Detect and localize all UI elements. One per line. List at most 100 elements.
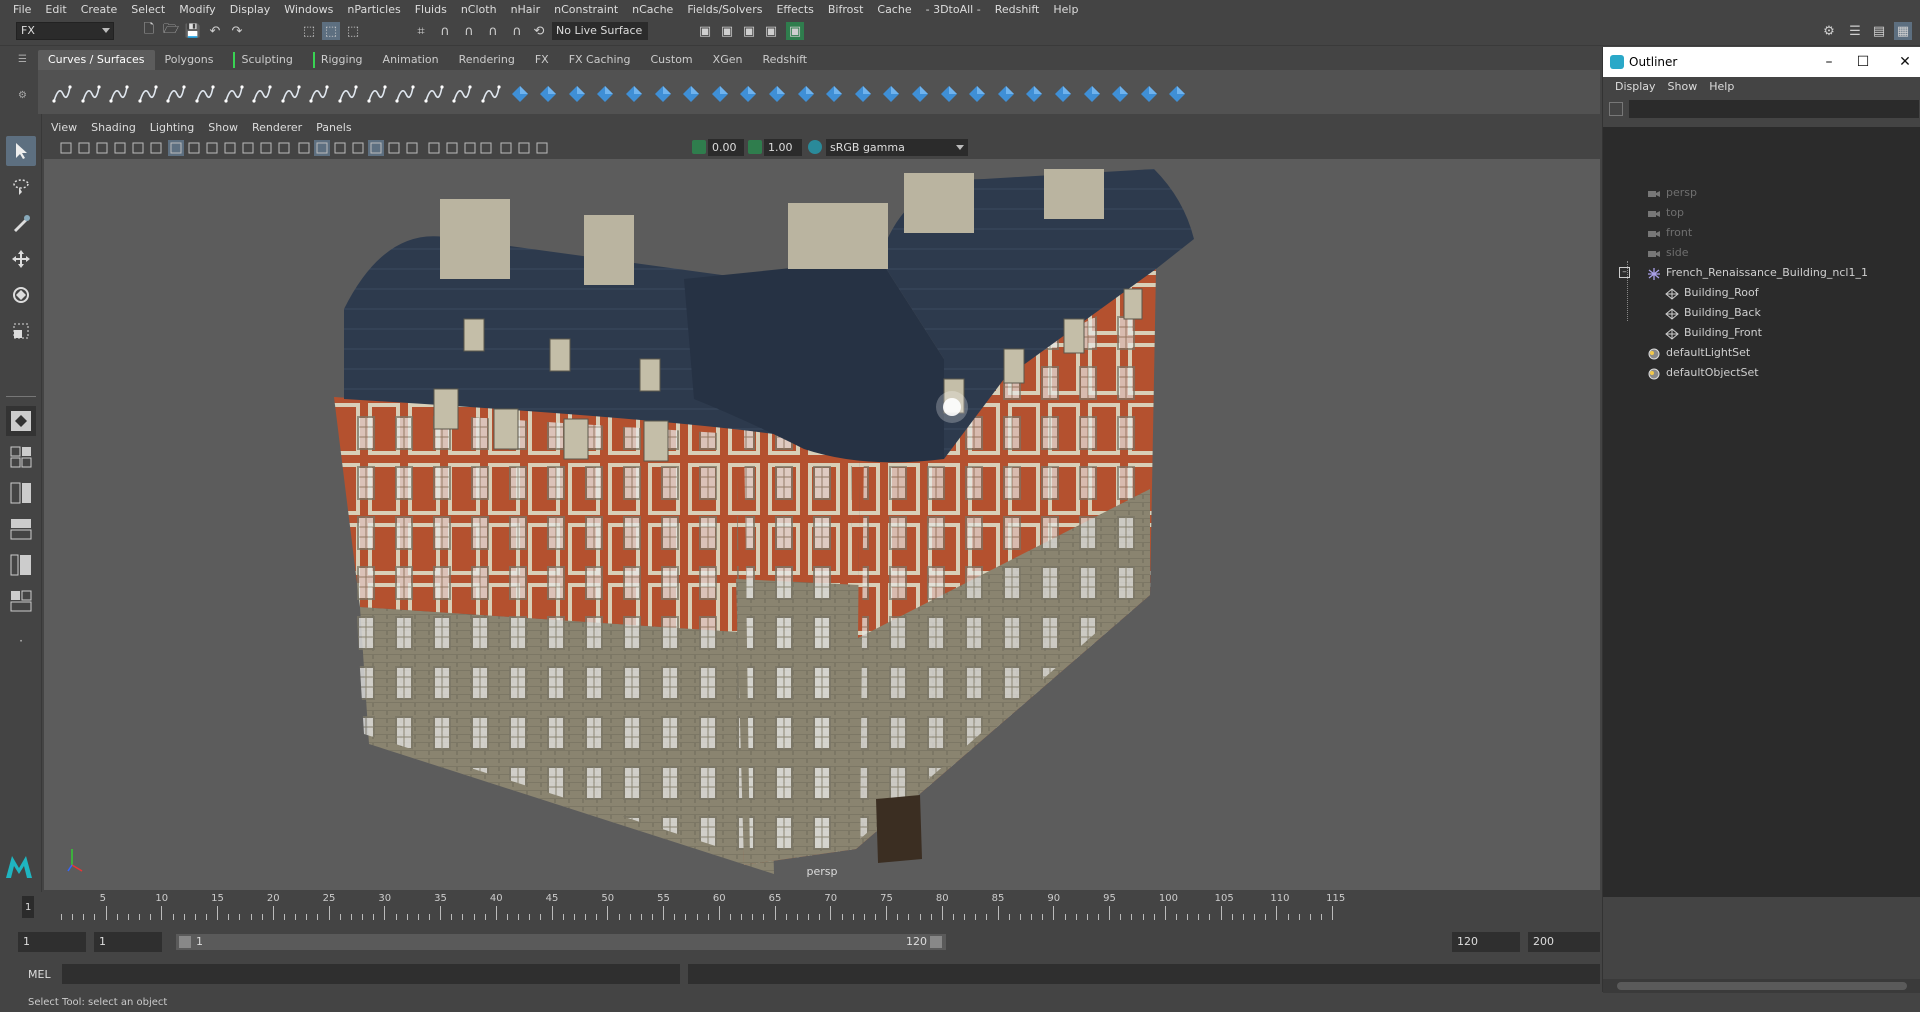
save-scene-icon[interactable]: 💾 [184,22,202,40]
shelf-settings-icon[interactable]: ⚙ [18,90,30,102]
live-surface-field[interactable]: No Live Surface [552,22,648,40]
grease-pencil-icon[interactable] [148,140,164,156]
select-camera-icon[interactable] [58,140,74,156]
shelf-tab[interactable]: FX [525,50,559,70]
rotate-tool-icon[interactable] [6,280,36,310]
range-start-handle[interactable] [179,936,191,948]
menu-item[interactable]: Effects [769,3,820,16]
hypershade-icon[interactable]: ▣ [762,22,780,40]
script-type-label[interactable]: MEL [28,968,51,981]
close-icon[interactable]: ✕ [1893,51,1917,73]
project-curve-icon[interactable] [906,80,934,108]
menu-item[interactable]: Bifrost [821,3,871,16]
outliner-persp-layout-icon[interactable] [6,550,36,580]
curve-attach-icon[interactable] [277,80,305,108]
outliner-search-input[interactable] [1629,100,1919,118]
lasso-tool-icon[interactable] [6,172,36,202]
two-pane-stacked-layout-icon[interactable] [6,514,36,544]
animation-start-field[interactable]: 1 [18,932,86,952]
xray-icon[interactable] [498,140,514,156]
animation-end-field[interactable]: 200 [1528,932,1600,952]
boundary-icon[interactable] [820,80,848,108]
four-view-layout-icon[interactable] [6,442,36,472]
menu-item[interactable]: Fluids [408,3,454,16]
stitch-icon[interactable] [1049,80,1077,108]
insert-knot-icon[interactable] [420,80,448,108]
open-scene-icon[interactable]: 🗁 [162,22,180,40]
snap-point-icon[interactable]: ∩ [460,22,478,40]
nurbs-circle-icon[interactable] [48,80,76,108]
rebuild-surface-icon[interactable] [1106,80,1134,108]
shelf-tab[interactable]: Redshift [752,50,817,70]
cv-curve-icon[interactable] [105,80,133,108]
menu-item[interactable]: File [6,3,38,16]
panel-menu-item[interactable]: Panels [309,119,358,137]
redo-icon[interactable]: ↷ [228,22,246,40]
bevel-icon[interactable] [877,80,905,108]
birail-icon[interactable] [792,80,820,108]
grid-icon[interactable] [168,140,184,156]
curve-fillet-icon[interactable] [391,80,419,108]
filter-options-icon[interactable] [1609,102,1623,116]
outliner-item-group[interactable]: – French_Renaissance_Building_ncl1_1 [1619,263,1868,283]
menu-item[interactable]: Redshift [988,3,1047,16]
menu-item[interactable]: Create [74,3,125,16]
curve-rebuild-icon[interactable] [334,80,362,108]
outliner-item-set[interactable]: defaultLightSet [1647,343,1750,363]
panel-menu-item[interactable]: Show [201,119,245,137]
shadows-icon[interactable] [386,140,402,156]
extend-curve-icon[interactable] [448,80,476,108]
range-slider[interactable]: 1 120 [176,934,946,950]
outliner-menu-item[interactable]: Display [1609,77,1662,97]
perspective-viewport[interactable]: persp [44,159,1600,890]
menu-item[interactable]: Help [1046,3,1085,16]
menu-item[interactable]: Windows [277,3,340,16]
shelf-tab[interactable]: Curves / Surfaces [38,50,155,70]
chevron-down-icon[interactable] [102,28,110,33]
render-settings-icon[interactable]: ▣ [740,22,758,40]
snap-view-icon[interactable]: ∩ [484,22,502,40]
outliner-item-camera[interactable]: side [1647,243,1689,263]
menu-item[interactable]: nCache [625,3,680,16]
film-gate-icon[interactable] [186,140,202,156]
color-management-icon[interactable] [808,140,822,154]
building-model-render[interactable] [44,159,1600,890]
command-input[interactable] [62,964,680,984]
trim-icon[interactable] [935,80,963,108]
nurbs-sphere-icon[interactable] [506,80,534,108]
nurbs-square-icon[interactable] [77,80,105,108]
ep-curve-icon[interactable] [134,80,162,108]
default-material-icon[interactable] [332,140,348,156]
current-time-marker[interactable]: 1 [22,896,34,918]
time-slider[interactable]: 5 10 15 20 25 30 35 40 45 50 55 60 65 70 75 80 85 90 95 100… [22,892,1600,922]
shelf-tab[interactable]: Animation [373,50,449,70]
outliner-horizontal-scrollbar[interactable] [1603,979,1920,993]
minimize-icon[interactable]: – [1817,51,1841,73]
modeling-toolkit-icon[interactable]: ⚙ [1820,22,1838,40]
outliner-item-mesh[interactable]: Building_Roof [1665,283,1759,303]
nurbs-cylinder-icon[interactable] [563,80,591,108]
nurbs-cone-icon[interactable] [591,80,619,108]
menu-item[interactable]: nConstraint [547,3,625,16]
curve-detach-icon[interactable] [305,80,333,108]
gamma-toggle-icon[interactable] [748,140,762,154]
curve-intersect-icon[interactable] [248,80,276,108]
square-surface-icon[interactable] [849,80,877,108]
persp-graph-layout-icon[interactable] [6,586,36,616]
align-surface-icon[interactable] [1135,80,1163,108]
camera-attributes-icon[interactable] [76,140,92,156]
isolate-select-icon[interactable] [478,140,494,156]
tool-settings-icon[interactable]: ▤ [1870,22,1888,40]
textured-icon[interactable] [350,140,366,156]
pencil-curve-icon[interactable] [162,80,190,108]
move-tool-icon[interactable] [6,244,36,274]
outliner-item-mesh[interactable]: Building_Front [1665,323,1762,343]
snap-curve-icon[interactable]: ∩ [436,22,454,40]
three-point-arc-icon[interactable] [220,80,248,108]
shelf-tab[interactable]: Custom [641,50,703,70]
gate-mask-icon[interactable] [222,140,238,156]
outliner-item-camera[interactable]: persp [1647,183,1697,203]
new-scene-icon[interactable]: 🗋 [140,22,158,40]
panel-menu-item[interactable]: Renderer [245,119,309,137]
outliner-menu-item[interactable]: Show [1662,77,1704,97]
